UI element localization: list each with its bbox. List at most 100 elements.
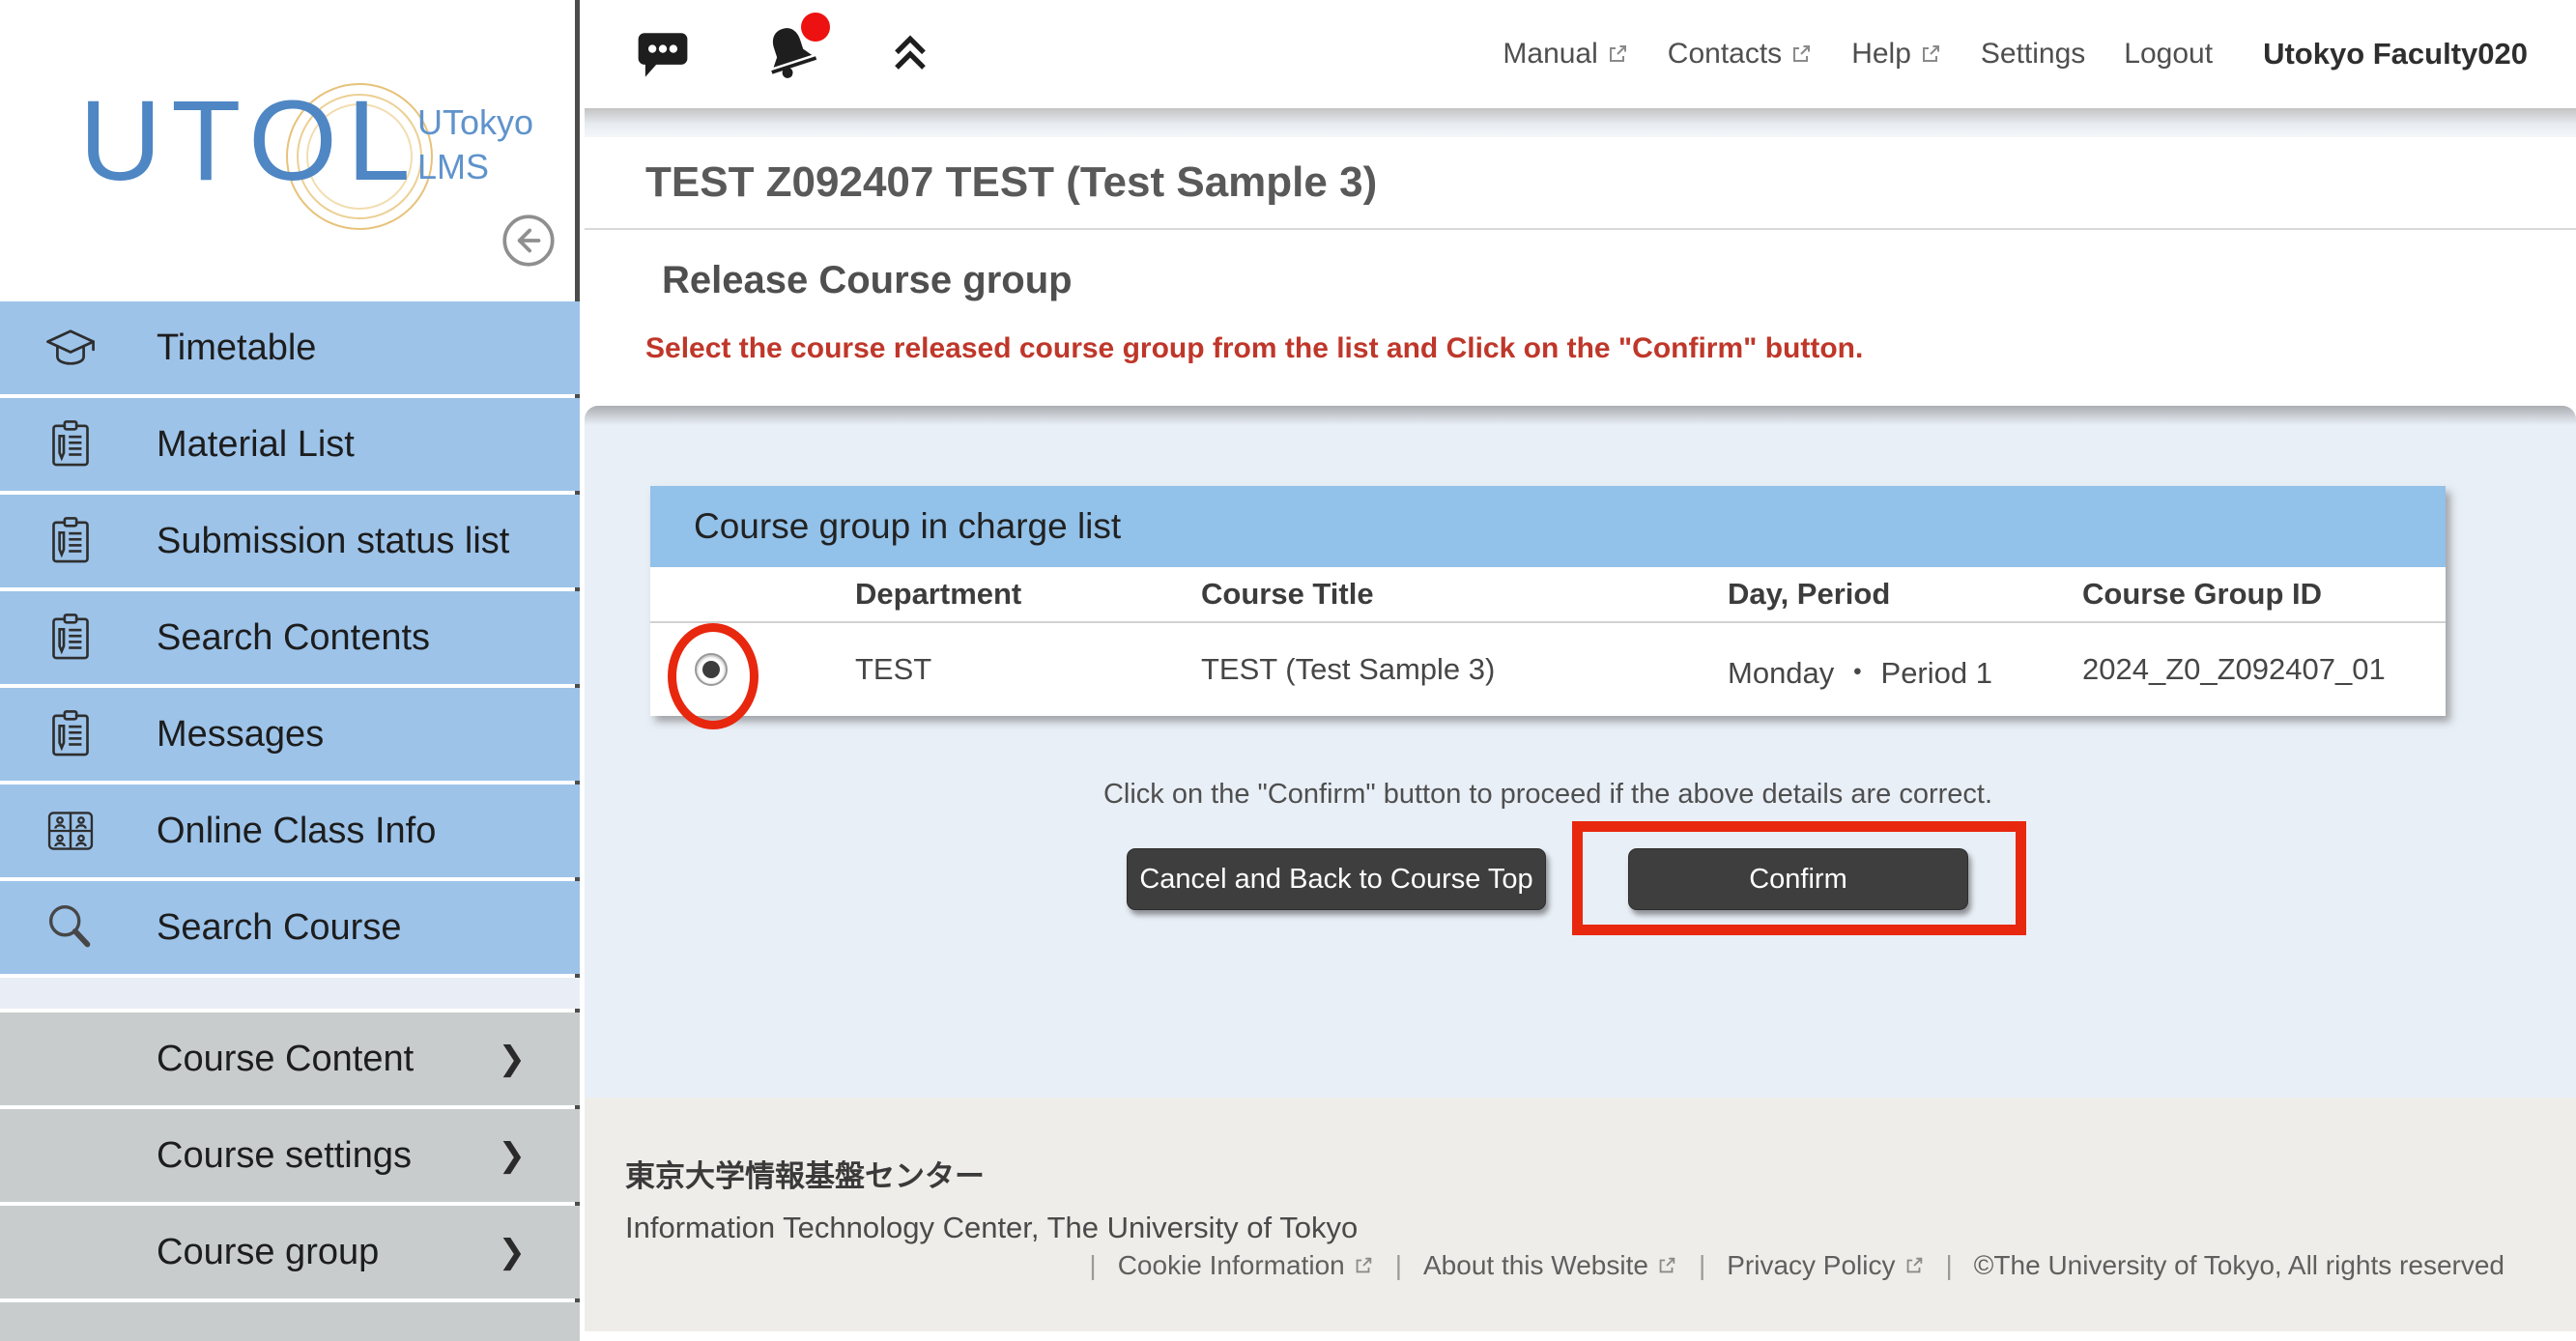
cell-department: TEST xyxy=(771,652,1201,687)
sidebar-item-label: Course Content xyxy=(157,1039,414,1080)
sidebar-item-course-group[interactable]: Course group ❯ xyxy=(0,1206,580,1298)
header-shadow xyxy=(585,108,2576,137)
sidebar-item-search-course[interactable]: Search Course xyxy=(0,881,580,974)
nav-label: Logout xyxy=(2124,38,2213,71)
sidebar-item-timetable[interactable]: Timetable xyxy=(0,301,580,394)
top-bar: Manual Contacts Help Settings Logout Uto… xyxy=(585,0,2576,108)
nav-settings[interactable]: Settings xyxy=(1981,38,2085,71)
arrow-left-circle-icon xyxy=(501,214,556,268)
cancel-button[interactable]: Cancel and Back to Course Top xyxy=(1127,848,1546,910)
main-area: Manual Contacts Help Settings Logout Uto… xyxy=(585,0,2576,1331)
nav-manual[interactable]: Manual xyxy=(1503,38,1628,71)
sidebar-item-label: Course group xyxy=(157,1232,379,1273)
separator: | xyxy=(1946,1250,1953,1281)
utol-logo: UTOL xyxy=(79,75,420,207)
sidebar: UTOL UTokyo LMS Timetable xyxy=(0,0,580,1331)
sidebar-menu: Timetable Material List xyxy=(0,301,580,1341)
external-link-icon xyxy=(1789,43,1813,66)
footer-link-privacy-policy[interactable]: Privacy Policy xyxy=(1727,1250,1924,1281)
top-bar-icons xyxy=(633,20,932,88)
footer-org-english: Information Technology Center, The Unive… xyxy=(625,1211,2576,1245)
nav-label: Contacts xyxy=(1668,38,1782,71)
sidebar-item-label: Course settings xyxy=(157,1135,412,1177)
clipboard-icon xyxy=(39,512,102,570)
top-nav: Manual Contacts Help Settings Logout Uto… xyxy=(1503,37,2528,71)
footer-link-about-this-website[interactable]: About this Website xyxy=(1423,1250,1677,1281)
section-title: Release Course group xyxy=(662,259,1073,302)
table-title: Course group in charge list xyxy=(650,486,2446,567)
collapse-double-chevron-up-icon[interactable] xyxy=(888,34,932,74)
footer: 東京大学情報基盤センター Information Technology Cent… xyxy=(585,1098,2576,1331)
instruction-text: Select the course released course group … xyxy=(645,332,1863,365)
logo-subtitle-line2: LMS xyxy=(417,145,533,189)
column-header: Department xyxy=(771,577,1201,612)
sidebar-item-label: Online Class Info xyxy=(157,811,436,852)
sidebar-item-online-class-info[interactable]: Online Class Info xyxy=(0,785,580,877)
footer-link-cookie-information[interactable]: Cookie Information xyxy=(1118,1250,1374,1281)
cell-day-period: Monday ・ Period 1 xyxy=(1728,648,2082,692)
notification-bell-icon[interactable] xyxy=(757,20,824,88)
confirm-hint: Click on the "Confirm" button to proceed… xyxy=(650,779,2446,811)
footer-links: | Cookie Information | About this Websit… xyxy=(1089,1250,2504,1281)
nav-label: Help xyxy=(1851,38,1911,71)
sidebar-item-course-settings[interactable]: Course settings ❯ xyxy=(0,1109,580,1202)
sidebar-item-label: Messages xyxy=(157,714,324,756)
table-header-row: Department Course Title Day, Period Cour… xyxy=(650,567,2446,623)
nav-label: Settings xyxy=(1981,38,2085,71)
confirm-button[interactable]: Confirm xyxy=(1628,848,1968,910)
chat-icon[interactable] xyxy=(633,26,693,82)
logo-subtitle-line1: UTokyo xyxy=(417,100,533,145)
column-header: Course Title xyxy=(1201,577,1728,612)
separator: | xyxy=(1395,1250,1402,1281)
sidebar-item-label: Search Contents xyxy=(157,617,430,659)
radio-selected-dot xyxy=(702,661,720,678)
clipboard-icon xyxy=(39,705,102,763)
table-row: TEST TEST (Test Sample 3) Monday ・ Perio… xyxy=(650,623,2446,716)
sidebar-item-label: Search Course xyxy=(157,907,401,949)
cell-course-group-id: 2024_Z0_Z092407_01 xyxy=(2082,652,2446,687)
footer-link-label: Cookie Information xyxy=(1118,1250,1345,1281)
logged-in-user: Utokyo Faculty020 xyxy=(2263,37,2528,71)
sidebar-item-messages[interactable]: Messages xyxy=(0,688,580,781)
utol-logo-subtitle: UTokyo LMS xyxy=(417,100,533,189)
release-section: Release Course group Select the course r… xyxy=(585,232,2576,406)
separator: | xyxy=(1699,1250,1705,1281)
course-group-table: Course group in charge list Department C… xyxy=(650,486,2446,716)
nav-contacts[interactable]: Contacts xyxy=(1668,38,1813,71)
sidebar-collapse-button[interactable] xyxy=(501,213,557,269)
footer-org-japanese: 東京大学情報基盤センター xyxy=(625,1152,2576,1195)
clipboard-icon xyxy=(39,415,102,473)
separator: | xyxy=(1089,1250,1096,1281)
online-class-icon xyxy=(39,805,102,857)
magnifier-icon xyxy=(39,898,102,957)
logo-area: UTOL UTokyo LMS xyxy=(0,0,575,301)
external-link-icon xyxy=(1606,43,1629,66)
clipboard-icon xyxy=(39,609,102,667)
graduation-cap-icon xyxy=(39,320,102,376)
sidebar-item-material-list[interactable]: Material List xyxy=(0,398,580,491)
chevron-right-icon: ❯ xyxy=(499,1136,527,1175)
course-title-section: TEST Z092407 TEST (Test Sample 3) xyxy=(585,137,2576,230)
chevron-right-icon: ❯ xyxy=(499,1233,527,1271)
nav-help[interactable]: Help xyxy=(1851,38,1942,71)
sidebar-item-label: Material List xyxy=(157,424,355,466)
chevron-right-icon: ❯ xyxy=(499,1040,527,1078)
footer-link-label: About this Website xyxy=(1423,1250,1648,1281)
footer-link-label: Privacy Policy xyxy=(1727,1250,1895,1281)
nav-logout[interactable]: Logout xyxy=(2124,38,2213,71)
sidebar-item-partial xyxy=(0,1302,580,1341)
page-title: TEST Z092407 TEST (Test Sample 3) xyxy=(645,158,1377,207)
external-link-icon xyxy=(1656,1255,1677,1276)
sidebar-item-label: Timetable xyxy=(157,328,316,369)
sidebar-item-label: Submission status list xyxy=(157,521,509,562)
course-group-radio[interactable] xyxy=(695,653,728,686)
footer-copyright: ©The University of Tokyo, All rights res… xyxy=(1974,1250,2504,1281)
sidebar-section-divider xyxy=(0,978,580,1009)
external-link-icon xyxy=(1353,1255,1374,1276)
notification-badge xyxy=(801,13,830,42)
sidebar-item-submission-status-list[interactable]: Submission status list xyxy=(0,495,580,587)
cell-course-title: TEST (Test Sample 3) xyxy=(1201,652,1728,687)
sidebar-item-course-content[interactable]: Course Content ❯ xyxy=(0,1013,580,1105)
column-header: Course Group ID xyxy=(2082,577,2446,612)
sidebar-item-search-contents[interactable]: Search Contents xyxy=(0,591,580,684)
